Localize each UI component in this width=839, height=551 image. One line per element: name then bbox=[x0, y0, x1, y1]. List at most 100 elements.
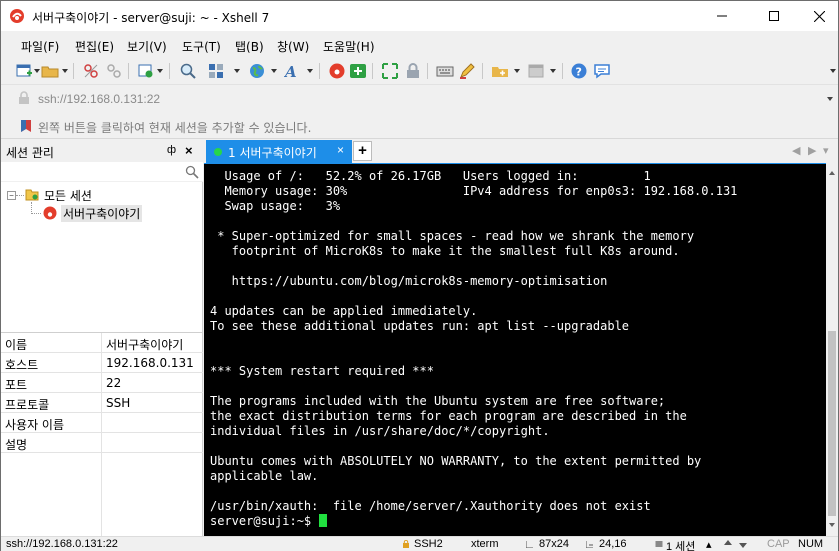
maximize-icon bbox=[769, 11, 779, 21]
session-search-input[interactable] bbox=[1, 162, 203, 182]
terminal-output[interactable]: Usage of /: 52.2% of 26.17GB Users logge… bbox=[204, 163, 826, 536]
properties-icon[interactable] bbox=[137, 62, 155, 80]
lock-icon[interactable] bbox=[404, 62, 422, 80]
tree-item-session[interactable]: 서버구축이야기 bbox=[61, 205, 143, 222]
status-arrow-up-icon[interactable] bbox=[724, 540, 732, 548]
tab-session-1[interactable]: 1 서버구축이야기 × bbox=[206, 140, 352, 163]
highlight-pen-icon[interactable] bbox=[458, 62, 476, 80]
layout-dropdown-icon[interactable] bbox=[234, 69, 240, 73]
menu-help[interactable]: 도움말(H) bbox=[323, 38, 375, 55]
help-icon[interactable]: ? bbox=[570, 62, 588, 80]
new-session-icon[interactable] bbox=[15, 62, 33, 80]
terminal-scrollbar[interactable] bbox=[826, 163, 838, 536]
menu-file[interactable]: 파일(F) bbox=[21, 38, 59, 55]
address-bar[interactable]: ssh://192.168.0.131:22 bbox=[1, 86, 838, 112]
tab-list-dropdown-icon[interactable]: ▾ bbox=[823, 144, 829, 157]
toolbar-separator bbox=[372, 63, 373, 79]
tree-item-all-sessions[interactable]: 모든 세션 bbox=[44, 187, 92, 204]
terminal-line: individual files in /usr/share/doc/*/cop… bbox=[210, 424, 550, 438]
new-session-dropdown-icon[interactable] bbox=[34, 69, 40, 73]
scroll-up-icon[interactable] bbox=[829, 171, 835, 175]
close-button[interactable] bbox=[796, 1, 839, 31]
open-dropdown-icon[interactable] bbox=[62, 69, 68, 73]
minimize-button[interactable] bbox=[699, 1, 745, 31]
tab-strip: 1 서버구축이야기 × + ◀ ▶ ▾ bbox=[204, 140, 838, 163]
property-key: 이름 bbox=[5, 338, 28, 352]
add-folder-icon[interactable] bbox=[491, 62, 509, 80]
status-arrow-down-icon[interactable] bbox=[739, 540, 747, 548]
terminal-line: *** System restart required *** bbox=[210, 364, 434, 378]
bookmark-flag-icon[interactable] bbox=[19, 119, 33, 133]
keyboard-icon[interactable] bbox=[436, 62, 454, 80]
panel-close-icon[interactable]: × bbox=[185, 143, 193, 158]
toolbar-overflow-icon[interactable] bbox=[830, 69, 836, 73]
toolbar-separator bbox=[169, 63, 170, 79]
terminal-line: https://ubuntu.com/blog/microk8s-memory-… bbox=[210, 274, 608, 288]
panel-layout-icon[interactable] bbox=[527, 62, 545, 80]
disconnect-icon[interactable] bbox=[82, 62, 100, 80]
property-key: 프로토콜 bbox=[5, 398, 50, 412]
status-protocol: SSH2 bbox=[414, 538, 443, 550]
pin-icon[interactable]: ф bbox=[167, 144, 176, 156]
title-bar: 서버구축이야기 - server@suji: ~ - Xshell 7 bbox=[1, 1, 838, 31]
tab-scroll-left-icon[interactable]: ◀ bbox=[792, 144, 800, 157]
scrollbar-thumb[interactable] bbox=[828, 331, 836, 516]
properties-dropdown-icon[interactable] bbox=[157, 69, 163, 73]
terminal-line: 4 updates can be applied immediately. bbox=[210, 304, 478, 318]
reconnect-icon[interactable] bbox=[105, 62, 123, 80]
status-sessions-dropdown-icon[interactable]: ▴ bbox=[706, 538, 712, 551]
table-row: 사용자 이름 bbox=[1, 413, 203, 433]
menu-window[interactable]: 창(W) bbox=[277, 38, 309, 55]
scroll-down-icon[interactable] bbox=[829, 523, 835, 527]
chat-icon[interactable] bbox=[593, 62, 611, 80]
toolbar-separator bbox=[319, 63, 320, 79]
terminal-line: Memory usage: 30% IPv4 address for enp0s… bbox=[210, 184, 738, 198]
property-key: 사용자 이름 bbox=[5, 418, 65, 432]
menu-tab[interactable]: 탭(B) bbox=[235, 38, 264, 55]
status-session-count: 1 세션 bbox=[666, 541, 696, 551]
add-folder-dropdown-icon[interactable] bbox=[514, 69, 520, 73]
panel-layout-dropdown-icon[interactable] bbox=[550, 69, 556, 73]
xshell-icon[interactable] bbox=[328, 62, 346, 80]
svg-text:A: A bbox=[284, 63, 297, 80]
status-bar: ssh://192.168.0.131:22 SSH2 xterm 87x24 … bbox=[1, 536, 838, 551]
tab-close-icon[interactable]: × bbox=[337, 143, 344, 157]
table-row: 설명 bbox=[1, 433, 203, 453]
toolbar-separator bbox=[128, 63, 129, 79]
property-key: 포트 bbox=[5, 378, 28, 392]
connected-status-icon bbox=[214, 148, 222, 156]
terminal-line: /usr/bin/xauth: file /home/server/.Xauth… bbox=[210, 499, 651, 513]
tree-collapse-icon[interactable]: − bbox=[7, 191, 16, 200]
font-dropdown-icon[interactable] bbox=[307, 69, 313, 73]
session-hint-text: 왼쪽 버튼을 클릭하여 현재 세션을 추가할 수 있습니다. bbox=[38, 121, 312, 135]
font-icon[interactable]: A bbox=[284, 62, 302, 80]
terminal-line: Ubuntu comes with ABSOLUTELY NO WARRANTY… bbox=[210, 454, 702, 468]
xftp-icon[interactable] bbox=[349, 62, 367, 80]
address-input[interactable]: ssh://192.168.0.131:22 bbox=[38, 92, 160, 106]
menu-edit[interactable]: 편집(E) bbox=[75, 38, 114, 55]
fullscreen-icon[interactable] bbox=[381, 62, 399, 80]
search-icon[interactable] bbox=[185, 165, 199, 179]
layout-icon[interactable] bbox=[207, 62, 225, 80]
session-properties-table: 이름 서버구축이야기 호스트 192.168.0.131 포트 22 프로토콜 … bbox=[1, 332, 203, 537]
new-tab-button[interactable]: + bbox=[353, 141, 372, 161]
maximize-button[interactable] bbox=[751, 1, 797, 31]
globe-dropdown-icon[interactable] bbox=[271, 69, 277, 73]
find-icon[interactable] bbox=[179, 62, 197, 80]
terminal-line: Swap usage: 3% bbox=[210, 199, 341, 213]
terminal-size-icon bbox=[526, 541, 533, 548]
tab-scroll-right-icon[interactable]: ▶ bbox=[808, 144, 816, 157]
open-folder-icon[interactable] bbox=[41, 62, 59, 80]
window-title: 서버구축이야기 - server@suji: ~ - Xshell 7 bbox=[32, 11, 270, 25]
menu-view[interactable]: 보기(V) bbox=[127, 38, 167, 55]
toolbar-separator bbox=[427, 63, 428, 79]
minimize-icon bbox=[717, 15, 727, 17]
sessions-icon bbox=[655, 541, 663, 547]
menu-tools[interactable]: 도구(T) bbox=[182, 38, 221, 55]
table-row: 포트 22 bbox=[1, 373, 203, 393]
num-lock-indicator: NUM bbox=[798, 538, 824, 550]
address-dropdown-icon[interactable] bbox=[827, 97, 833, 101]
close-icon bbox=[813, 10, 825, 22]
globe-icon[interactable] bbox=[248, 62, 266, 80]
terminal-prompt[interactable]: server@suji:~$ bbox=[210, 514, 328, 529]
